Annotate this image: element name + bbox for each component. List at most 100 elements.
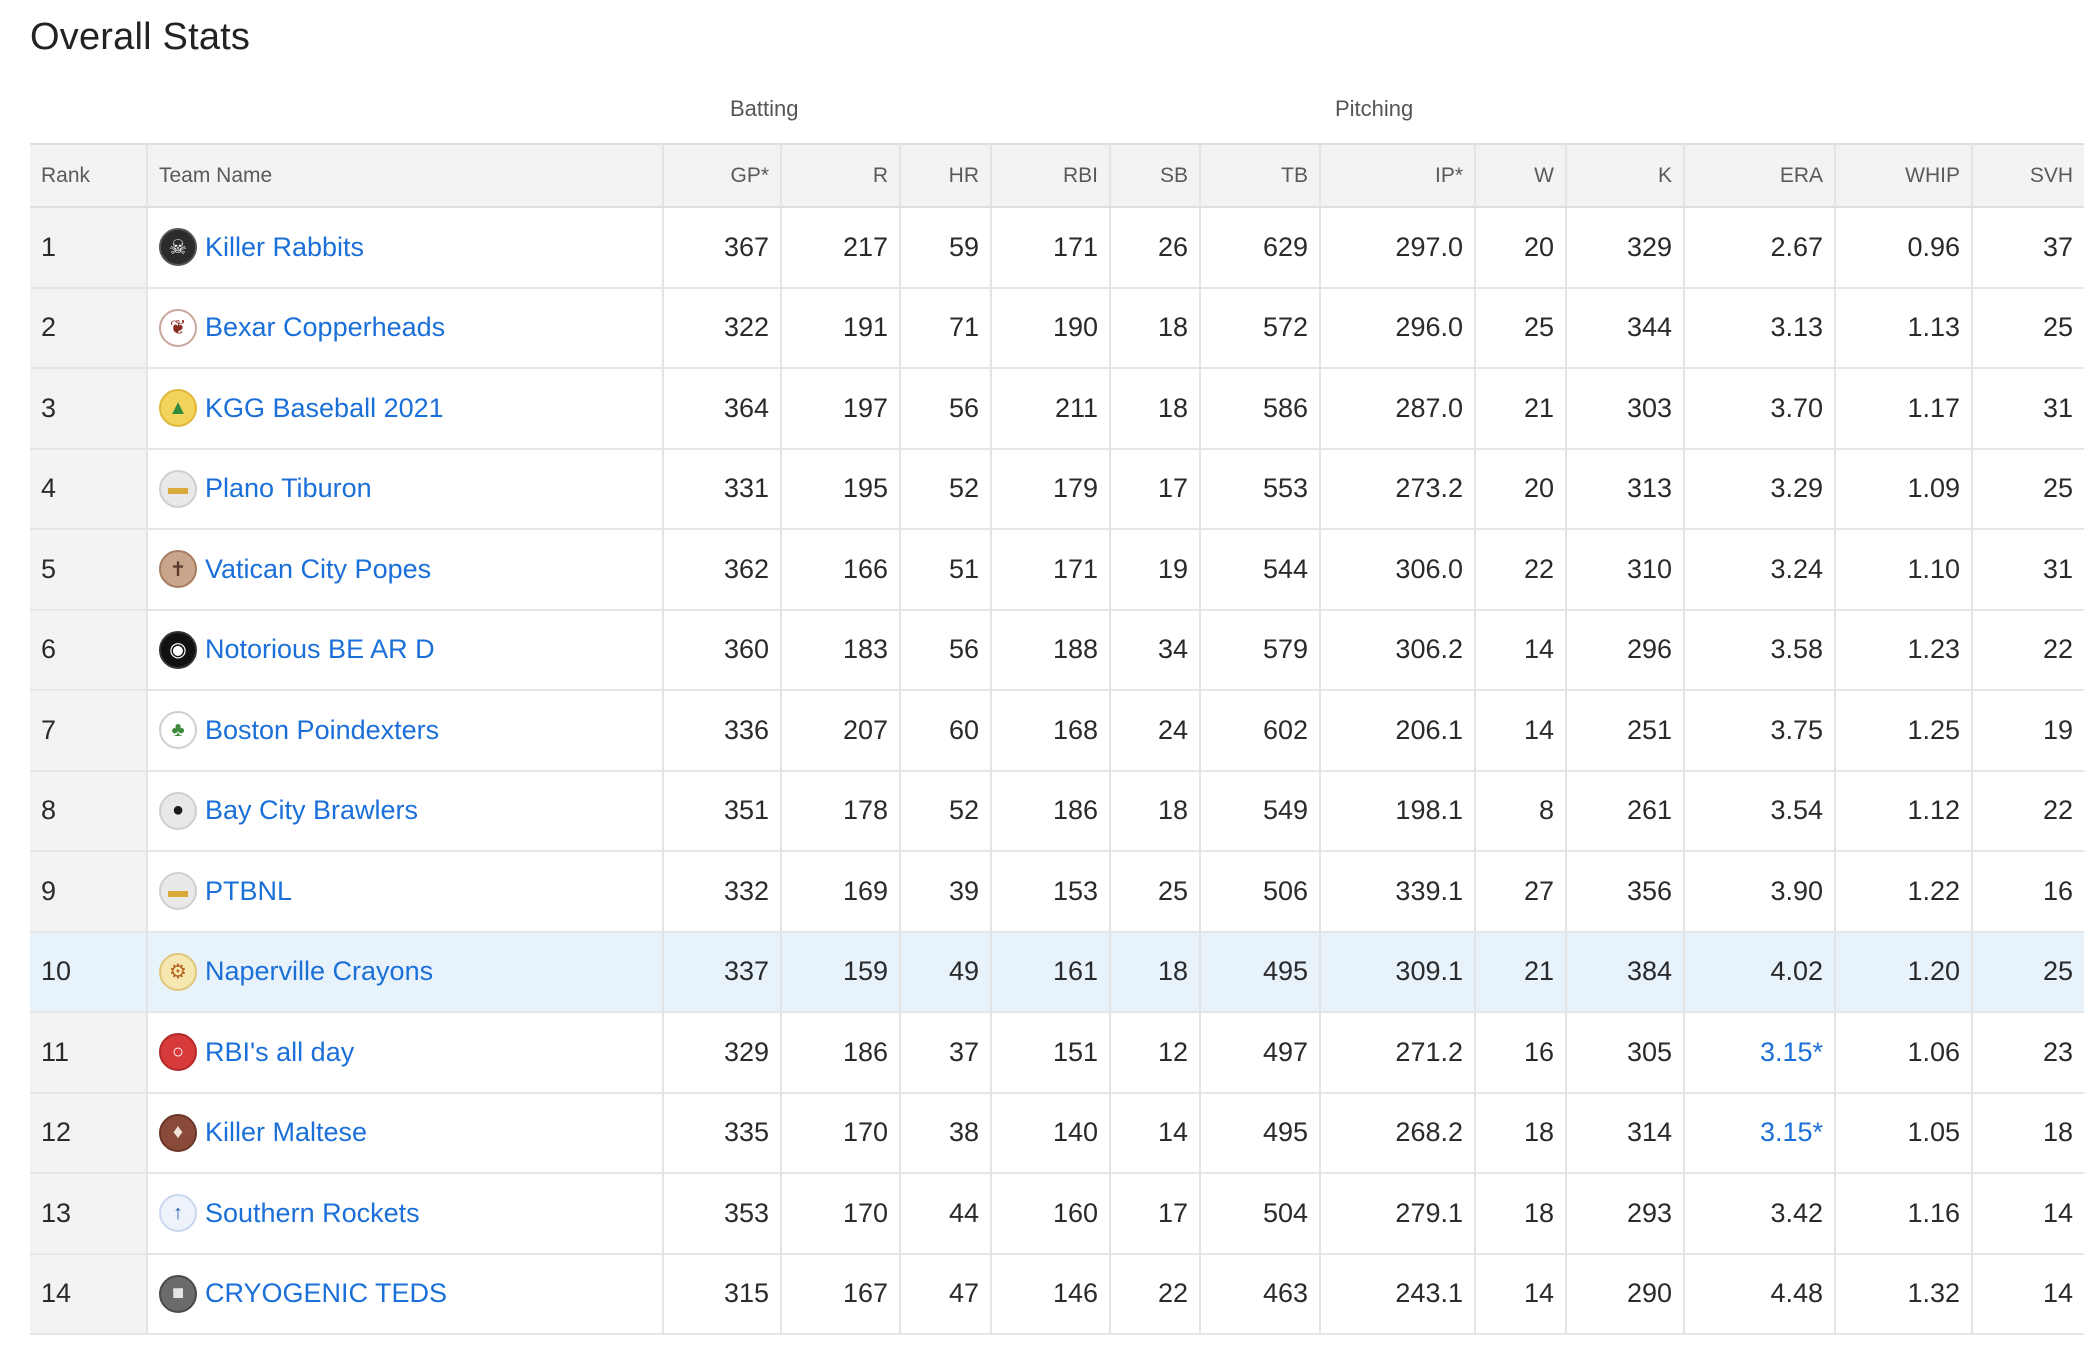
team-name-link[interactable]: Boston Poindexters [205,715,439,746]
k-cell: 313 [1566,448,1685,529]
table-row: 2 ❦ Bexar Copperheads 322 191 71 190 18 572 296.0… [30,287,2084,368]
r-cell: 178 [781,770,901,851]
team-name-link[interactable]: Vatican City Popes [205,554,431,585]
team-name-link[interactable]: RBI's all day [205,1037,354,1068]
rank-cell: 4 [30,448,148,529]
column-header-k[interactable]: K [1566,143,1685,208]
gp-cell: 351 [663,770,782,851]
team-name-link[interactable]: Killer Maltese [205,1117,367,1148]
rank-cell: 2 [30,287,148,368]
rbi-cell: 168 [991,690,1111,771]
table-row: 6 ◉ Notorious BE AR D 360 183 56 188 34 579 306.2… [30,609,2084,690]
column-header-w[interactable]: W [1475,143,1567,208]
team-cell: ↑ Southern Rockets [147,1173,664,1254]
team-name-link[interactable]: Southern Rockets [205,1198,420,1229]
whip-cell: 1.06 [1835,1012,1973,1093]
r-cell: 159 [781,931,901,1012]
r-cell: 217 [781,207,901,288]
rbi-cell: 171 [991,207,1111,288]
column-header-gp[interactable]: GP* [663,143,782,208]
team-name-link[interactable]: KGG Baseball 2021 [205,393,444,424]
column-header-team-name[interactable]: Team Name [147,143,664,208]
hr-cell: 51 [900,529,992,610]
team-name-link[interactable]: Bexar Copperheads [205,312,445,343]
tb-cell: 579 [1200,609,1321,690]
rbi-cell: 179 [991,448,1111,529]
column-header-sb[interactable]: SB [1110,143,1201,208]
k-cell: 314 [1566,1092,1685,1173]
rank-cell: 1 [30,207,148,288]
table-row: 4 ▬ Plano Tiburon 331 195 52 179 17 553 273.2 20 31… [30,448,2084,529]
team-cell: ▲ KGG Baseball 2021 [147,368,664,449]
column-header-hr[interactable]: HR [900,143,992,208]
r-cell: 191 [781,287,901,368]
rbi-cell: 211 [991,368,1111,449]
ip-cell: 279.1 [1320,1173,1476,1254]
svh-cell: 14 [2042,1278,2073,1309]
sb-cell: 14 [1110,1092,1201,1173]
svh-cell: 31 [2042,392,2073,423]
r-cell: 197 [781,368,901,449]
column-header-era[interactable]: ERA [1684,143,1836,208]
era-tiebreak-link[interactable]: 3.15* [1760,1117,1823,1147]
era-cell: 3.58 [1684,609,1836,690]
ip-cell: 198.1 [1320,770,1476,851]
rbi-cell: 160 [991,1173,1111,1254]
whip-cell: 1.17 [1835,368,1973,449]
svh-cell: 25 [1972,931,2084,1012]
column-header-ip[interactable]: IP* [1320,143,1476,208]
column-header-tb[interactable]: TB [1200,143,1321,208]
ip-cell: 268.2 [1320,1092,1476,1173]
team-name-link[interactable]: Killer Rabbits [205,232,364,263]
rank-cell: 11 [30,1012,148,1093]
k-cell: 293 [1566,1173,1685,1254]
team-name-link[interactable]: Notorious BE AR D [205,634,435,665]
sb-cell: 17 [1110,448,1201,529]
hr-cell: 60 [900,690,992,771]
r-cell: 183 [781,609,901,690]
team-name-link[interactable]: Naperville Crayons [205,956,433,987]
ip-cell: 339.1 [1320,851,1476,932]
rank-cell: 9 [30,851,148,932]
hr-cell: 71 [900,287,992,368]
team-name-link[interactable]: CRYOGENIC TEDS [205,1278,447,1309]
gp-cell: 367 [663,207,782,288]
w-cell: 21 [1475,368,1567,449]
whip-cell: 1.22 [1835,851,1973,932]
ip-cell: 306.0 [1320,529,1476,610]
team-name-link[interactable]: Bay City Brawlers [205,795,418,826]
era-cell: 4.48 [1684,1253,1836,1334]
w-cell: 16 [1475,1012,1567,1093]
tb-cell: 506 [1200,851,1321,932]
k-cell: 329 [1566,207,1685,288]
kgg-baseball-logo-icon: ▲ [159,389,197,428]
era-tiebreak-link[interactable]: 3.15* [1760,1037,1823,1067]
team-name-wrapper: ⚙ Naperville Crayons [159,952,651,991]
tb-cell: 553 [1200,448,1321,529]
team-name-link[interactable]: PTBNL [205,876,292,907]
team-cell: ■ CRYOGENIC TEDS [147,1253,664,1334]
team-name-link[interactable]: Plano Tiburon [205,473,372,504]
r-cell: 186 [781,1012,901,1093]
gp-cell: 322 [663,287,782,368]
column-header-r[interactable]: R [781,143,901,208]
whip-cell: 1.23 [1835,609,1973,690]
team-cell: ♣ Boston Poindexters [147,690,664,771]
k-cell: 356 [1566,851,1685,932]
ptbnl-logo-icon: ▬ [159,872,197,911]
column-header-rank[interactable]: Rank [30,143,148,208]
team-cell: ▬ PTBNL [147,851,664,932]
column-header-svh[interactable]: SVH [1972,143,2084,208]
w-cell: 22 [1475,529,1567,610]
gp-cell: 353 [663,1173,782,1254]
column-header-rbi[interactable]: RBI [991,143,1111,208]
column-header-whip[interactable]: WHIP [1835,143,1973,208]
table-row: 12 ♦ Killer Maltese 335 170 38 140 14 495 268.2 18… [30,1092,2084,1173]
naperville-crayons-logo-icon: ⚙ [159,952,197,991]
boston-poindexters-logo-icon: ♣ [159,711,197,750]
tb-cell: 602 [1200,690,1321,771]
tb-cell: 544 [1200,529,1321,610]
team-name-wrapper: ● Bay City Brawlers [159,791,651,830]
team-cell: ♦ Killer Maltese [147,1092,664,1173]
sb-cell: 17 [1110,1173,1201,1254]
